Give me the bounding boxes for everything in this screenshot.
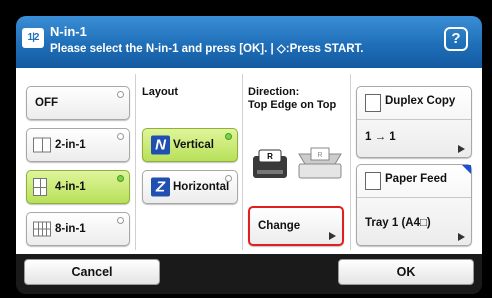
copier-panel: 1|2 N-in-1 Please select the N-in-1 and … (16, 16, 482, 294)
8-in-1-button[interactable]: 8-in-1 (26, 212, 130, 246)
change-direction-button[interactable]: Change (248, 206, 344, 246)
duplex-copy-button[interactable]: Duplex Copy 1 → 1 (356, 86, 472, 158)
off-label: OFF (35, 97, 58, 109)
layout-heading: Layout (142, 86, 179, 98)
duplex-copy-icon (365, 94, 381, 112)
four-page-icon (33, 178, 47, 196)
column-divider (350, 74, 351, 250)
4-in-1-label: 4-in-1 (55, 181, 86, 193)
page-title: N-in-1 (50, 24, 87, 39)
eight-page-icon (33, 221, 51, 237)
svg-text:R: R (317, 152, 322, 159)
ok-button[interactable]: OK (338, 259, 474, 285)
button-separator (357, 119, 471, 120)
8-in-1-label: 8-in-1 (55, 223, 86, 235)
orientation-illustration-icon: R R (253, 147, 342, 179)
direction-heading-line1: Direction: (248, 86, 300, 98)
paper-icon (365, 172, 381, 190)
horizontal-button[interactable]: Z Horizontal (142, 170, 238, 204)
4-in-1-button[interactable]: 4-in-1 (26, 170, 130, 204)
paper-feed-title: Paper Feed (385, 173, 447, 185)
radio-indicator (225, 175, 232, 182)
paper-feed-value: Tray 1 (A4□) (365, 217, 431, 229)
change-label: Change (258, 220, 301, 232)
instruction-text: Please select the N-in-1 and press [OK].… (50, 43, 364, 55)
radio-indicator (117, 217, 124, 224)
vertical-button[interactable]: N Vertical (142, 128, 238, 162)
duplex-copy-value: 1 → 1 (365, 131, 396, 143)
footer-bar: Cancel OK (16, 254, 482, 294)
off-button[interactable]: OFF (26, 86, 130, 120)
direction-heading-line2: Top Edge on Top (248, 99, 337, 111)
vertical-label: Vertical (173, 139, 214, 151)
radio-indicator (117, 133, 124, 140)
forward-arrow-icon (458, 145, 465, 153)
radio-indicator (117, 175, 124, 182)
forward-arrow-icon (329, 232, 336, 240)
vertical-n-icon: N (151, 135, 170, 155)
title-bar: 1|2 N-in-1 Please select the N-in-1 and … (16, 16, 482, 68)
radio-indicator (117, 91, 124, 98)
horizontal-z-icon: Z (151, 177, 170, 197)
paper-feed-button[interactable]: Paper Feed Tray 1 (A4□) (356, 164, 472, 246)
button-separator (357, 197, 471, 198)
column-divider (135, 74, 136, 250)
duplex-copy-title: Duplex Copy (385, 95, 456, 107)
help-button[interactable]: ? (444, 27, 468, 51)
2-in-1-button[interactable]: 2-in-1 (26, 128, 130, 162)
two-page-icon (33, 137, 51, 153)
2-in-1-label: 2-in-1 (55, 139, 86, 151)
direction-heading: Direction: Top Edge on Top (248, 86, 336, 112)
cancel-button[interactable]: Cancel (24, 259, 160, 285)
column-divider (242, 74, 243, 250)
svg-text:R: R (267, 152, 273, 161)
horizontal-label: Horizontal (173, 181, 230, 193)
forward-arrow-icon (458, 233, 465, 241)
n-in-1-mode-icon: 1|2 (22, 28, 44, 48)
corner-flag-icon (462, 165, 471, 174)
radio-indicator (225, 133, 232, 140)
